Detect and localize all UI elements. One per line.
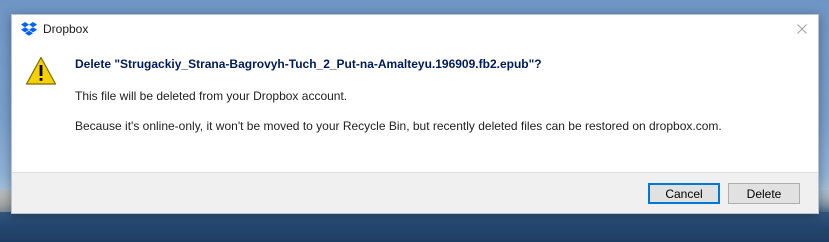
window-title: Dropbox bbox=[43, 22, 89, 36]
dialog-content: Delete "Strugackiy_Strana-Bagrovyh-Tuch_… bbox=[12, 43, 818, 172]
dialog-detail-message: Because it's online-only, it won't be mo… bbox=[75, 119, 722, 133]
close-icon bbox=[797, 24, 807, 34]
dialog-footer: Cancel Delete bbox=[12, 172, 818, 213]
cancel-button[interactable]: Cancel bbox=[648, 183, 720, 204]
dialog-message: This file will be deleted from your Drop… bbox=[75, 89, 348, 103]
warning-icon bbox=[25, 56, 57, 86]
dropbox-logo-icon bbox=[21, 22, 37, 36]
delete-confirmation-dialog: Dropbox Delete "Strugackiy_Strana-Bagrov… bbox=[11, 14, 819, 214]
close-button[interactable] bbox=[786, 15, 818, 43]
delete-button[interactable]: Delete bbox=[728, 183, 800, 204]
title-bar: Dropbox bbox=[12, 15, 818, 43]
dialog-heading: Delete "Strugackiy_Strana-Bagrovyh-Tuch_… bbox=[75, 57, 542, 71]
